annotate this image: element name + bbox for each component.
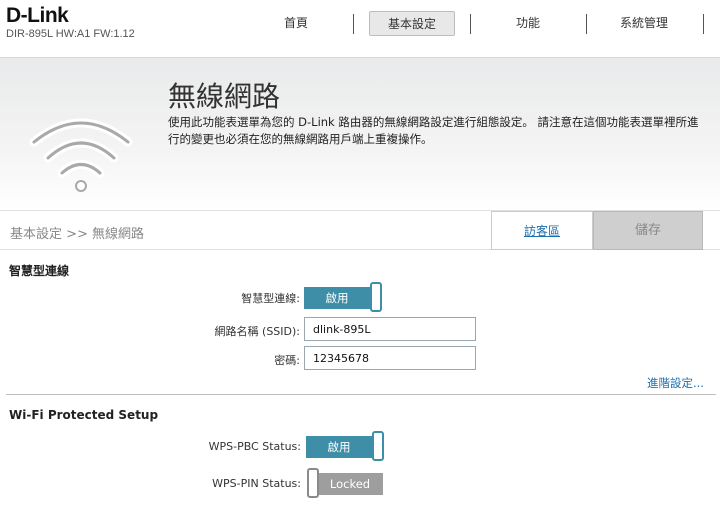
nav-separator	[353, 14, 354, 34]
toggle-knob[interactable]	[370, 282, 382, 312]
nav-settings[interactable]: 基本設定	[369, 11, 455, 36]
toggle-knob[interactable]	[307, 468, 319, 498]
wifi-icon	[29, 118, 133, 192]
wps-pin-toggle[interactable]: Locked	[307, 468, 387, 498]
smart-connect-title: 智慧型連線	[9, 264, 70, 278]
nav-separator	[470, 14, 471, 34]
page-title: 無線網路	[168, 80, 281, 113]
ssid-label: 網路名稱 (SSID):	[214, 325, 300, 338]
toggle-off-text: Locked	[317, 473, 383, 495]
smart-connect-label: 智慧型連線:	[241, 292, 300, 305]
breadcrumb-bar: 基本設定 >> 無線網路 訪客區 儲存	[0, 210, 720, 250]
nav-management[interactable]: 系統管理	[605, 11, 683, 36]
nav-separator	[703, 14, 704, 34]
save-button[interactable]: 儲存	[593, 211, 703, 250]
password-label: 密碼:	[274, 354, 300, 367]
model-info: DIR-895L HW:A1 FW:1.12	[6, 28, 135, 40]
toggle-on-text: 啟用	[306, 436, 372, 458]
page-description: 使用此功能表選單為您的 D-Link 路由器的無線網路設定進行組態設定。 請注意…	[168, 115, 699, 146]
dlink-logo[interactable]: D-Link	[6, 4, 69, 28]
wps-title: Wi-Fi Protected Setup	[9, 408, 159, 422]
toggle-knob[interactable]	[372, 431, 384, 461]
advanced-settings-link[interactable]: 進階設定...	[647, 375, 704, 391]
ssid-input[interactable]	[304, 317, 476, 341]
password-input[interactable]	[304, 346, 476, 370]
wps-pin-label: WPS-PIN Status:	[212, 477, 301, 490]
toggle-on-text: 啟用	[304, 287, 370, 309]
nav-features[interactable]: 功能	[494, 11, 562, 36]
nav-separator	[586, 14, 587, 34]
wps-pbc-label: WPS-PBC Status:	[208, 440, 301, 453]
nav-home[interactable]: 首頁	[262, 11, 330, 36]
page-banner: 無線網路 使用此功能表選單為您的 D-Link 路由器的無線網路設定進行組態設定…	[0, 58, 720, 210]
top-header: D-Link DIR-895L HW:A1 FW:1.12 首頁 基本設定 功能…	[0, 0, 720, 58]
wps-pbc-toggle[interactable]: 啟用	[306, 431, 386, 461]
section-divider	[6, 394, 716, 395]
guest-zone-link[interactable]: 訪客區	[491, 211, 593, 250]
breadcrumb: 基本設定 >> 無線網路	[10, 227, 145, 242]
smart-connect-toggle[interactable]: 啟用	[304, 282, 384, 312]
